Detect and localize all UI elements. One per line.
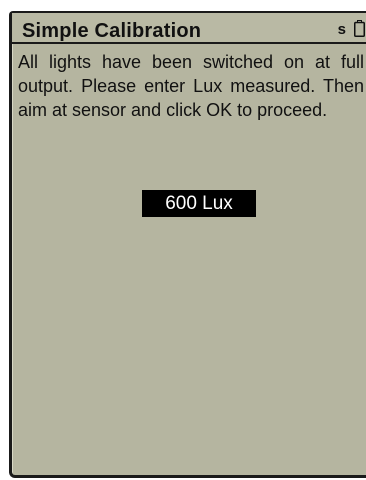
instruction-text: All lights have been switched on at full… <box>18 52 364 120</box>
header-bar: Simple Calibration s <box>12 13 366 44</box>
status-indicator: s <box>337 21 346 38</box>
lux-input-field[interactable]: 600 Lux <box>142 190 256 217</box>
battery-icon <box>354 20 365 37</box>
page-title: Simple Calibration <box>22 20 202 42</box>
device-screen: Simple Calibration s All lights have bee… <box>9 11 366 478</box>
